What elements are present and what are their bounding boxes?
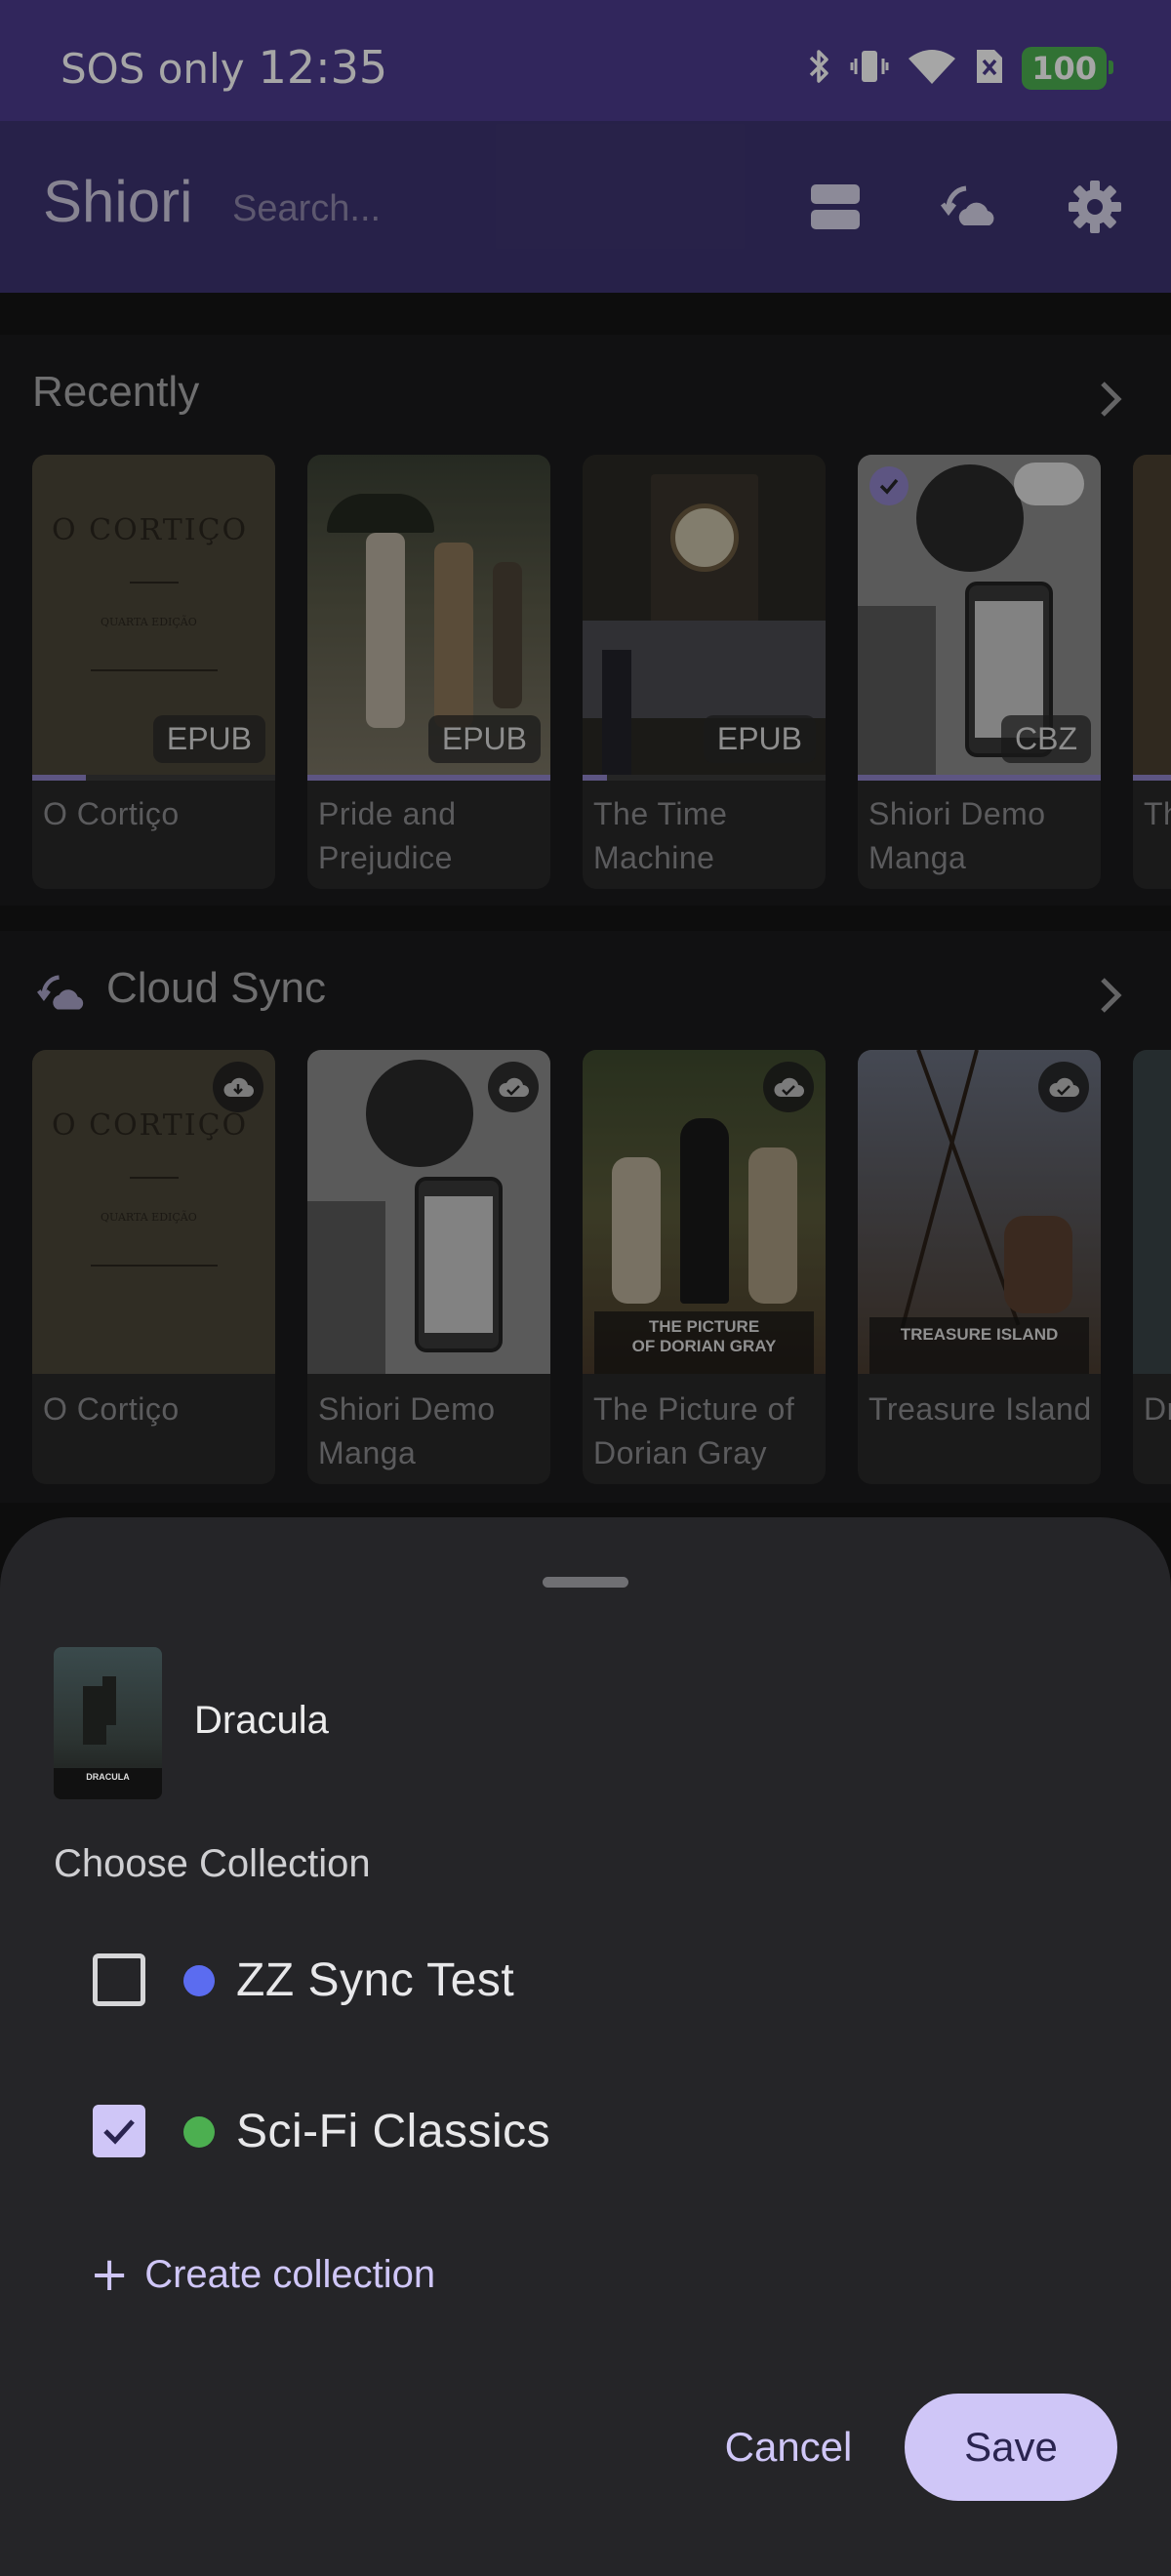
chevron-right-icon[interactable] [1087, 376, 1134, 423]
recent-book-row: O CORTIÇO QUARTA EDIÇÃO EPUB O Cortiço E… [32, 455, 1171, 889]
book-card[interactable]: The Dracula [1133, 455, 1171, 889]
book-card[interactable]: THE PICTURE OF DORIAN GRAY The Picture of… [583, 1050, 826, 1484]
book-cover-thumbnail: DRACULA [54, 1647, 162, 1799]
cloud-title: Cloud Sync [106, 964, 327, 1012]
book-cover [1133, 455, 1171, 779]
collection-row[interactable]: ZZ Sync Test [54, 1921, 1117, 2038]
reading-progress [583, 775, 826, 781]
drag-handle[interactable] [543, 1577, 628, 1588]
book-title: Shiori Demo Manga [868, 796, 1046, 875]
collection-color-dot [183, 2116, 215, 2148]
choose-collection-label: Choose Collection [54, 1842, 371, 1885]
book-cover [1133, 1050, 1171, 1374]
battery-icon: 100 [1022, 47, 1113, 90]
collection-name: Sci-Fi Classics [236, 2106, 551, 2157]
book-title: Treasure Island [868, 1391, 1092, 1427]
collection-bottom-sheet: DRACULA Dracula Choose Collection ZZ Syn… [0, 1517, 1171, 2576]
cloud-sync-icon[interactable] [939, 176, 1001, 238]
book-card[interactable]: EPUB Pride and Prejudice [307, 455, 550, 889]
vibrate-icon [850, 47, 889, 90]
status-bar: SOS only 12:35 100 [0, 0, 1171, 121]
cloud-synced-icon [1038, 1062, 1089, 1112]
recent-section: Recently O CORTIÇO QUARTA EDIÇÃO EPUB O … [0, 335, 1171, 906]
clock: 12:35 [258, 41, 388, 94]
plus-icon: + [90, 2247, 130, 2302]
reading-progress [307, 775, 550, 781]
cloud-book-row: O CORTIÇO QUARTA EDIÇÃO O Cortiço Shiori… [32, 1050, 1171, 1484]
app-bar: Shiori [0, 121, 1171, 293]
status-left: SOS only 12:35 [61, 41, 387, 94]
format-badge: EPUB [152, 715, 265, 763]
settings-icon[interactable] [1064, 176, 1126, 238]
search-input[interactable] [232, 181, 779, 236]
app-title: Shiori [43, 169, 193, 234]
cover-title-text: DRACULA [86, 1772, 130, 1782]
book-title: Pride and Prejudice [318, 796, 457, 875]
sheet-book-title: Dracula [194, 1699, 329, 1742]
format-badge: EPUB [703, 715, 816, 763]
book-card[interactable]: CBZ Shiori Demo Manga [858, 455, 1101, 889]
cloud-synced-icon [763, 1062, 814, 1112]
check-icon [103, 2119, 135, 2145]
wifi-icon [907, 47, 957, 90]
collection-name: ZZ Sync Test [236, 1954, 515, 2006]
book-card[interactable]: EPUB The Time Machine [583, 455, 826, 889]
book-card[interactable]: O CORTIÇO QUARTA EDIÇÃO EPUB O Cortiço [32, 455, 275, 889]
cloud-download-icon [213, 1062, 263, 1112]
collection-row[interactable]: Sci-Fi Classics [54, 2073, 1117, 2190]
reading-progress [1133, 775, 1171, 781]
bluetooth-icon [807, 48, 832, 89]
view-toggle-icon[interactable] [804, 176, 867, 238]
reading-progress [858, 775, 1101, 781]
create-collection-label: Create collection [144, 2252, 436, 2296]
no-sim-icon [975, 48, 1004, 89]
format-badge: EPUB [427, 715, 541, 763]
book-card[interactable]: TREASURE ISLAND Treasure Island [858, 1050, 1101, 1484]
book-card[interactable]: Dracula [1133, 1050, 1171, 1484]
create-collection-button[interactable]: + Create collection [90, 2251, 435, 2298]
book-title: O Cortiço [43, 1391, 180, 1427]
book-title: The Time Machine [593, 796, 728, 875]
save-button[interactable]: Save [905, 2394, 1117, 2501]
recent-title: Recently [32, 368, 200, 416]
book-card[interactable]: Shiori Demo Manga [307, 1050, 550, 1484]
cloud-sync-icon [37, 975, 84, 1010]
book-title: The Picture of Dorian Gray [593, 1391, 795, 1470]
chevron-right-icon[interactable] [1087, 972, 1134, 1019]
cloud-synced-icon [488, 1062, 539, 1112]
selected-check-icon [869, 466, 909, 505]
book-title: The Dracula [1144, 796, 1171, 831]
book-title: Dracula [1144, 1391, 1171, 1427]
checkbox-checked[interactable] [93, 2105, 145, 2157]
cloud-section: Cloud Sync O CORTIÇO QUARTA EDIÇÃO O Cor… [0, 931, 1171, 1503]
status-icons: 100 [807, 47, 1113, 90]
cancel-button[interactable]: Cancel [703, 2394, 874, 2501]
reading-progress [32, 775, 275, 781]
format-badge: CBZ [1001, 715, 1091, 763]
collection-color-dot [183, 1965, 215, 1996]
carrier-text: SOS only [61, 45, 245, 93]
book-title: Shiori Demo Manga [318, 1391, 496, 1470]
book-title: O Cortiço [43, 796, 180, 831]
checkbox-unchecked[interactable] [93, 1953, 145, 2006]
book-card[interactable]: O CORTIÇO QUARTA EDIÇÃO O Cortiço [32, 1050, 275, 1484]
